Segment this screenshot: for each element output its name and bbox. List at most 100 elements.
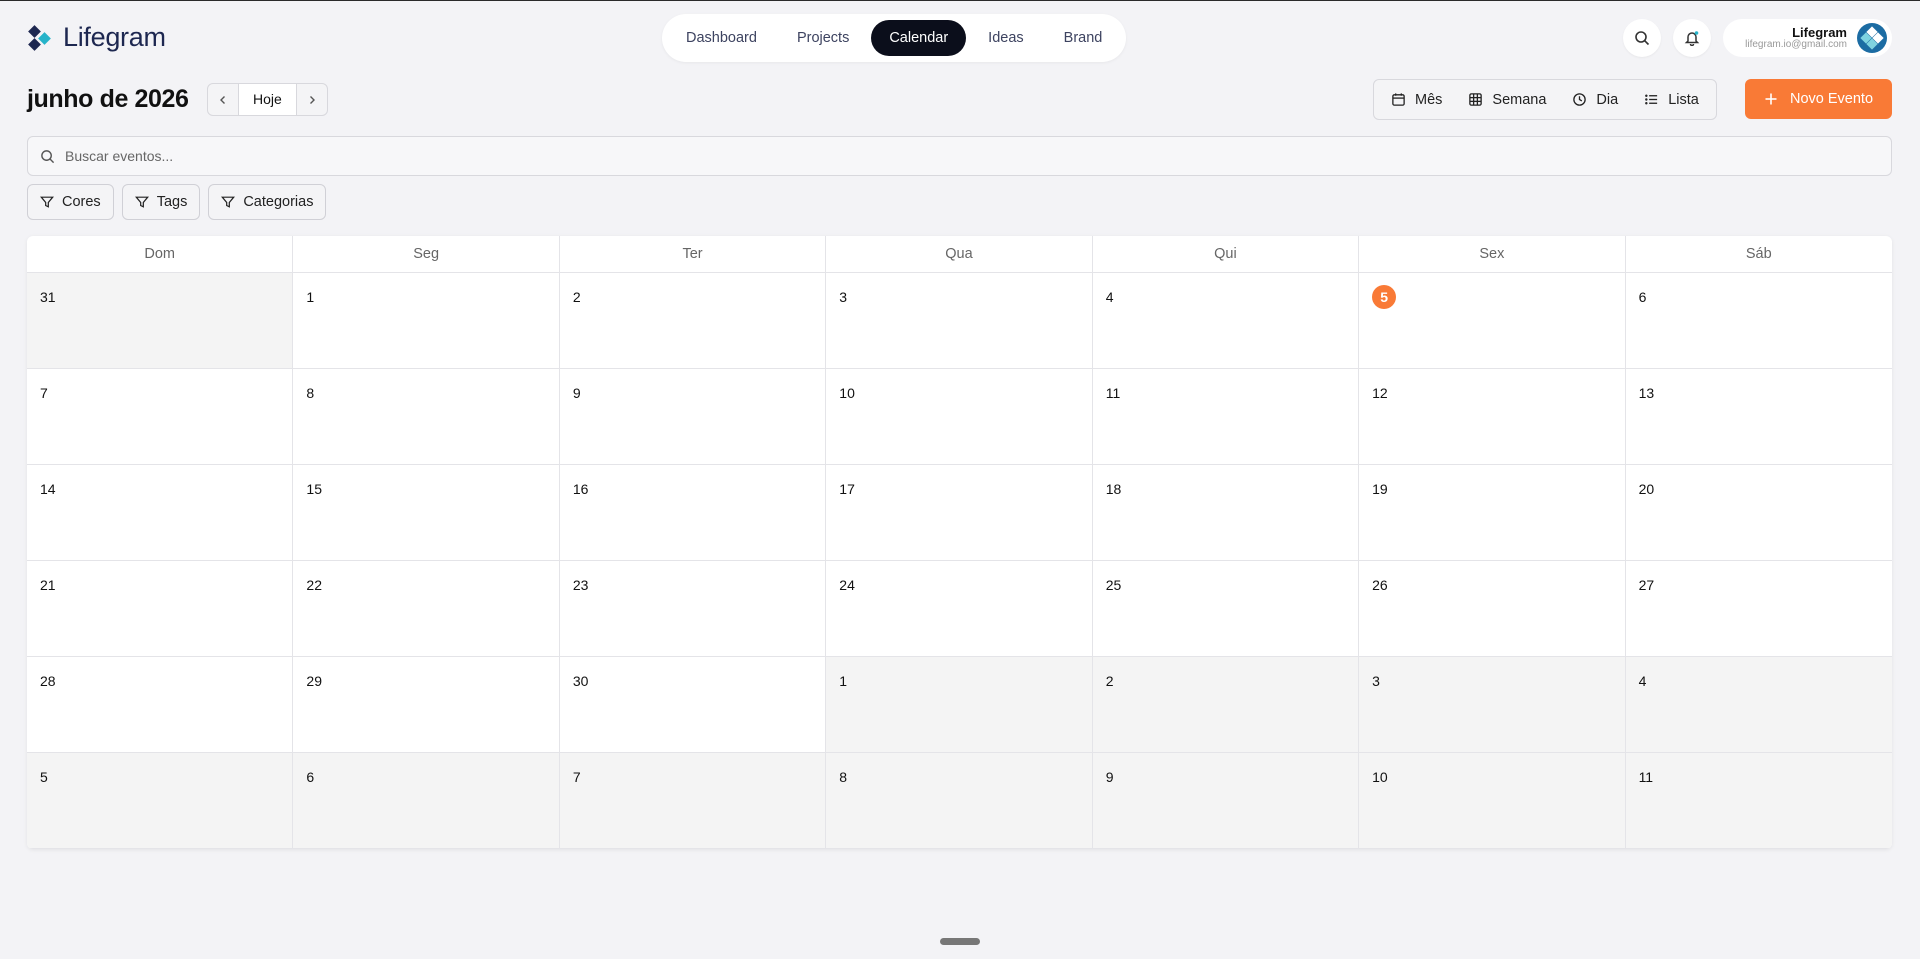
new-event-button[interactable]: Novo Evento (1745, 79, 1892, 119)
main-nav: Dashboard Projects Calendar Ideas Brand (662, 14, 1127, 62)
day-number: 19 (1372, 481, 1388, 497)
logo-mark-icon (27, 24, 55, 52)
nav-item-projects[interactable]: Projects (779, 20, 867, 56)
day-number: 17 (839, 481, 855, 497)
day-cell[interactable]: 18 (1092, 465, 1360, 561)
app-logo[interactable]: Lifegram (27, 22, 166, 53)
search-bar (27, 136, 1892, 176)
filter-categories-label: Categorias (243, 194, 314, 210)
view-list-label: Lista (1668, 91, 1699, 108)
day-number: 5 (40, 769, 48, 785)
view-list-button[interactable]: Lista (1631, 80, 1712, 119)
day-cell[interactable]: 17 (826, 465, 1093, 561)
day-cell[interactable]: 6 (1625, 273, 1892, 369)
profile-menu[interactable]: Lifegram lifegram.io@gmail.com (1723, 19, 1892, 57)
day-cell[interactable]: 13 (1625, 369, 1892, 465)
day-number: 20 (1638, 481, 1655, 497)
day-number: 7 (572, 769, 581, 785)
nav-item-calendar[interactable]: Calendar (871, 20, 967, 56)
view-month-button[interactable]: Mês (1378, 80, 1455, 119)
day-cell[interactable]: 15 (293, 465, 560, 561)
resize-handle[interactable] (940, 938, 980, 945)
day-cell[interactable]: 2 (1092, 657, 1360, 753)
day-cell[interactable]: 22 (293, 561, 560, 657)
filter-tags-button[interactable]: Tags (121, 184, 201, 220)
day-number: 9 (572, 385, 581, 401)
day-cell[interactable]: 27 (1625, 561, 1892, 657)
day-cell[interactable]: 19 (1359, 465, 1626, 561)
day-number: 1 (839, 673, 848, 689)
day-cell[interactable]: 8 (293, 369, 560, 465)
today-button[interactable]: Hoje (238, 84, 297, 115)
filter-colors-button[interactable]: Cores (27, 184, 114, 220)
day-number: 1 (306, 289, 315, 305)
filter-categories-button[interactable]: Categorias (208, 184, 327, 220)
day-cell[interactable]: 5 (1359, 273, 1626, 369)
day-number: 23 (572, 577, 589, 593)
nav-item-brand[interactable]: Brand (1046, 20, 1121, 56)
day-cell[interactable]: 4 (1625, 657, 1892, 753)
day-cell[interactable]: 30 (559, 657, 827, 753)
day-cell[interactable]: 8 (826, 753, 1093, 849)
day-number: 15 (306, 481, 322, 497)
calendar-icon (1392, 93, 1405, 106)
day-cell[interactable]: 29 (293, 657, 560, 753)
search-input[interactable] (65, 148, 1765, 164)
view-month-label: Mês (1415, 91, 1443, 108)
day-number: 4 (1638, 673, 1647, 689)
day-number: 30 (572, 673, 589, 689)
day-cell[interactable]: 4 (1092, 273, 1360, 369)
day-cell[interactable]: 3 (826, 273, 1093, 369)
day-number: 6 (306, 769, 315, 785)
day-number: 22 (306, 577, 322, 593)
day-cell[interactable]: 12 (1359, 369, 1626, 465)
day-number: 27 (1638, 577, 1655, 593)
next-month-button[interactable] (297, 84, 327, 115)
day-cell[interactable]: 23 (559, 561, 827, 657)
day-number: 24 (839, 577, 855, 593)
day-cell[interactable]: 26 (1359, 561, 1626, 657)
day-cell[interactable]: 14 (27, 465, 294, 561)
day-cell[interactable]: 1 (293, 273, 560, 369)
filter-tags-label: Tags (156, 194, 188, 210)
day-cell[interactable]: 11 (1625, 753, 1892, 849)
date-navigation: Hoje (207, 83, 328, 116)
day-cell[interactable]: 5 (27, 753, 294, 849)
day-number: 31 (40, 289, 56, 305)
day-cell[interactable]: 11 (1092, 369, 1360, 465)
prev-month-button[interactable] (208, 84, 238, 115)
day-cell[interactable]: 10 (826, 369, 1093, 465)
view-week-button[interactable]: Semana (1455, 80, 1559, 119)
day-cell[interactable]: 31 (27, 273, 294, 369)
search-button[interactable] (1623, 19, 1661, 57)
day-number: 9 (1105, 769, 1114, 785)
day-cell[interactable]: 24 (826, 561, 1093, 657)
day-number: 8 (306, 385, 315, 401)
day-number: 12 (1372, 385, 1388, 401)
day-cell[interactable]: 3 (1359, 657, 1626, 753)
day-cell[interactable]: 20 (1625, 465, 1892, 561)
day-number: 6 (1638, 289, 1647, 305)
day-cell[interactable]: 7 (559, 753, 827, 849)
day-cell[interactable]: 16 (559, 465, 827, 561)
day-cell[interactable]: 2 (559, 273, 827, 369)
day-number: 2 (1105, 673, 1114, 689)
day-cell[interactable]: 21 (27, 561, 294, 657)
day-number: 10 (839, 385, 855, 401)
nav-item-dashboard[interactable]: Dashboard (668, 20, 775, 56)
today-day-number: 5 (1372, 285, 1397, 309)
day-number: 3 (1372, 673, 1380, 689)
day-cell[interactable]: 28 (27, 657, 294, 753)
day-cell[interactable]: 25 (1092, 561, 1360, 657)
day-cell[interactable]: 10 (1359, 753, 1626, 849)
notifications-button[interactable] (1673, 19, 1711, 57)
day-cell[interactable]: 7 (27, 369, 294, 465)
day-cell[interactable]: 9 (1092, 753, 1360, 849)
new-event-label: Novo Evento (1789, 91, 1874, 107)
weekday-label: Sáb (1745, 246, 1772, 262)
view-day-button[interactable]: Dia (1559, 80, 1631, 119)
day-cell[interactable]: 6 (293, 753, 560, 849)
day-cell[interactable]: 1 (826, 657, 1093, 753)
day-cell[interactable]: 9 (559, 369, 827, 465)
nav-item-ideas[interactable]: Ideas (970, 20, 1041, 56)
